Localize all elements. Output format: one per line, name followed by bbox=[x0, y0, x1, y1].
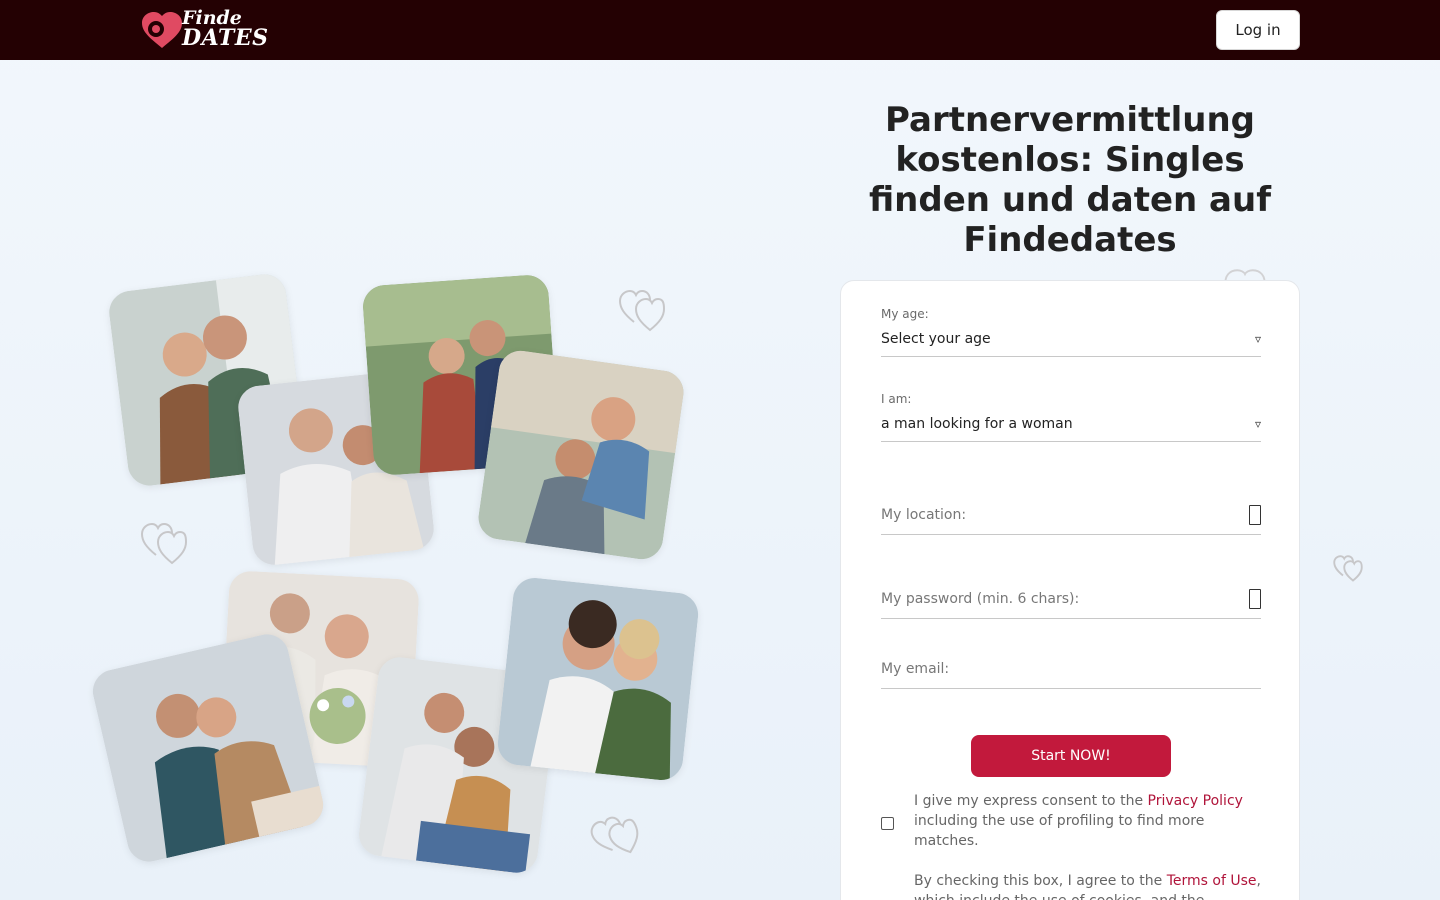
consent-text: I give my express consent to the Privacy… bbox=[914, 791, 1264, 851]
email-field bbox=[881, 649, 1261, 689]
location-field bbox=[881, 495, 1261, 535]
terms-of-use-link[interactable]: Terms of Use bbox=[1167, 873, 1257, 889]
password-field bbox=[881, 579, 1261, 619]
page-title: Partnervermittlung kostenlos: Singles fi… bbox=[868, 100, 1271, 260]
consent-suffix: including the use of profiling to find m… bbox=[914, 813, 1205, 849]
logo-wordmark: Finde DATES bbox=[182, 8, 269, 51]
double-heart-icon bbox=[590, 816, 639, 854]
terms-prefix: By checking this box, I agree to the bbox=[914, 873, 1167, 889]
caret-down-icon: ▿ bbox=[1254, 331, 1261, 346]
couple-photo-8 bbox=[495, 575, 701, 783]
placeholder-box-icon bbox=[1249, 588, 1261, 609]
caret-down-icon: ▿ bbox=[1254, 416, 1261, 431]
gender-label: I am: bbox=[881, 392, 912, 406]
placeholder-box-icon bbox=[1249, 504, 1261, 525]
gender-field: I am: a man looking for a woman ▿ bbox=[881, 392, 1261, 442]
age-label: My age: bbox=[881, 307, 929, 321]
findedates-logo[interactable]: Finde DATES bbox=[140, 8, 280, 52]
double-heart-icon bbox=[1333, 555, 1363, 582]
privacy-policy-link[interactable]: Privacy Policy bbox=[1148, 793, 1243, 809]
couple-photo-4 bbox=[475, 347, 687, 563]
top-navigation-bar: Finde DATES Log in bbox=[0, 0, 1440, 60]
email-input[interactable] bbox=[881, 660, 1221, 677]
gender-select-value: a man looking for a woman bbox=[881, 415, 1073, 432]
location-input[interactable] bbox=[881, 506, 1221, 523]
double-heart-icon bbox=[618, 289, 666, 332]
double-heart-icon bbox=[140, 522, 188, 565]
password-input[interactable] bbox=[881, 590, 1221, 607]
couple-photo-6 bbox=[88, 630, 328, 866]
start-now-button[interactable]: Start NOW! bbox=[971, 735, 1171, 777]
terms-text: By checking this box, I agree to the Ter… bbox=[914, 871, 1264, 900]
login-button[interactable]: Log in bbox=[1216, 10, 1300, 50]
age-select[interactable]: Select your age ▿ bbox=[881, 321, 1261, 357]
signup-form-card: My age: Select your age ▿ I am: a man lo… bbox=[840, 280, 1300, 900]
age-select-value: Select your age bbox=[881, 330, 991, 347]
logo-line-2: DATES bbox=[182, 25, 269, 51]
consent-prefix: I give my express consent to the bbox=[914, 793, 1148, 809]
heart-pin-icon bbox=[142, 12, 182, 48]
gender-select[interactable]: a man looking for a woman ▿ bbox=[881, 406, 1261, 442]
consent-checkbox[interactable] bbox=[881, 817, 894, 830]
age-field: My age: Select your age ▿ bbox=[881, 307, 1261, 357]
